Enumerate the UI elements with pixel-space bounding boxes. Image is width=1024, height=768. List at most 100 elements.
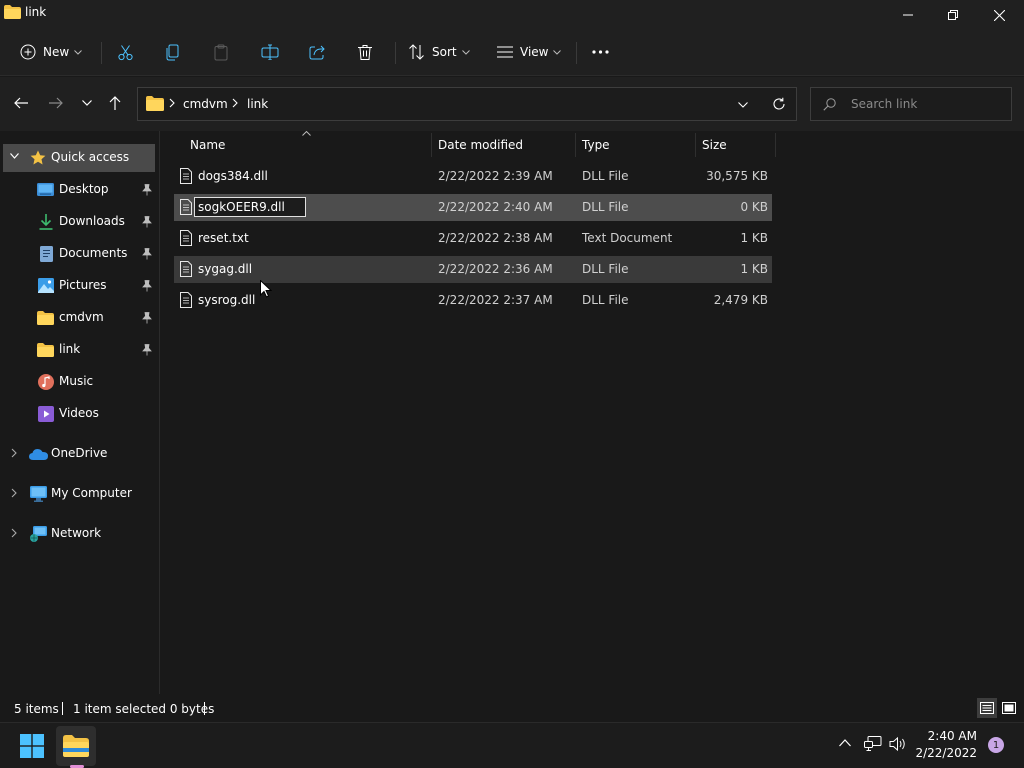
network-status-icon[interactable]	[864, 736, 882, 752]
file-name: sygag.dll	[198, 262, 253, 276]
file-explorer-icon	[63, 735, 89, 757]
sidebar-item-onedrive[interactable]: OneDrive	[3, 440, 155, 468]
pin-icon[interactable]	[142, 280, 152, 292]
copy-button[interactable]	[165, 38, 181, 66]
back-button[interactable]	[11, 93, 31, 113]
chevron-down-icon[interactable]	[10, 153, 19, 159]
recent-locations-button[interactable]	[77, 93, 97, 113]
chevron-right-icon[interactable]	[11, 528, 17, 538]
downloads-icon	[39, 214, 53, 230]
chevron-down-icon	[74, 49, 83, 55]
large-icons-view-button[interactable]	[999, 698, 1019, 718]
delete-button[interactable]	[357, 38, 373, 66]
selection-info: 1 item selected 0 bytes	[73, 702, 215, 716]
sort-label: Sort	[432, 45, 457, 59]
file-row-dogs384[interactable]: dogs384.dll 2/22/2022 2:39 AM DLL File 3…	[174, 163, 772, 190]
file-size: 30,575 KB	[706, 169, 768, 183]
sidebar-item-quick-access[interactable]: Quick access	[3, 144, 155, 172]
file-row-sygag[interactable]: sygag.dll 2/22/2022 2:36 AM DLL File 1 K…	[174, 256, 772, 283]
chevron-up-icon[interactable]	[839, 739, 851, 747]
pin-icon[interactable]	[142, 184, 152, 196]
chevron-right-icon[interactable]	[11, 488, 17, 498]
search-box[interactable]: Search link	[810, 87, 1012, 121]
clock-time[interactable]: 2:40 AM	[921, 729, 977, 743]
search-icon	[823, 98, 836, 111]
sidebar-item-label: Videos	[59, 406, 99, 420]
cut-button[interactable]	[117, 38, 134, 66]
restore-button[interactable]	[930, 0, 976, 30]
new-button[interactable]: New	[20, 38, 83, 66]
column-divider[interactable]	[575, 133, 576, 157]
restore-icon	[948, 10, 958, 20]
sidebar-item-cmdvm[interactable]: cmdvm	[3, 304, 155, 332]
pin-icon[interactable]	[142, 248, 152, 260]
share-button[interactable]	[309, 38, 326, 66]
sidebar-item-label: cmdvm	[59, 310, 104, 324]
sort-icon	[409, 44, 424, 60]
paste-button[interactable]	[213, 38, 229, 66]
desktop-icon	[37, 183, 54, 196]
forward-button[interactable]	[46, 93, 66, 113]
column-header-size[interactable]: Size	[702, 138, 727, 152]
taskbar: 2:40 AM 2/22/2022 1	[0, 722, 1024, 768]
sidebar-item-videos[interactable]: Videos	[3, 400, 155, 428]
column-divider[interactable]	[775, 133, 776, 157]
pin-icon[interactable]	[142, 344, 152, 356]
volume-icon[interactable]	[889, 736, 907, 752]
column-header-type[interactable]: Type	[582, 138, 610, 152]
file-date: 2/22/2022 2:39 AM	[438, 169, 553, 183]
videos-icon	[38, 406, 54, 422]
refresh-icon[interactable]	[772, 97, 786, 111]
rename-button[interactable]	[261, 38, 279, 66]
file-size: 0 KB	[740, 200, 768, 214]
chevron-right-icon	[169, 98, 175, 108]
file-name: reset.txt	[198, 231, 249, 245]
file-row-reset[interactable]: reset.txt 2/22/2022 2:38 AM Text Documen…	[174, 225, 772, 252]
minimize-button[interactable]	[885, 0, 931, 30]
details-view-icon	[980, 702, 994, 714]
details-view-button[interactable]	[977, 698, 997, 718]
breadcrumb-cmdvm[interactable]: cmdvm	[183, 97, 228, 111]
chevron-down-icon	[82, 100, 92, 106]
column-divider[interactable]	[431, 133, 432, 157]
breadcrumb-link[interactable]: link	[247, 97, 268, 111]
file-date: 2/22/2022 2:37 AM	[438, 293, 553, 307]
text-file-icon	[180, 230, 192, 246]
sidebar-item-my-computer[interactable]: My Computer	[3, 480, 155, 508]
chevron-down-icon[interactable]	[738, 102, 748, 108]
chevron-right-icon[interactable]	[11, 448, 17, 458]
sidebar-item-desktop[interactable]: Desktop	[3, 176, 155, 204]
sidebar-item-label: Pictures	[59, 278, 107, 292]
up-button[interactable]	[105, 93, 125, 113]
notification-badge[interactable]: 1	[988, 737, 1004, 753]
view-button[interactable]: View	[497, 38, 562, 66]
file-icon	[180, 168, 192, 184]
file-type: DLL File	[582, 169, 629, 183]
start-button[interactable]	[16, 732, 48, 760]
pin-icon[interactable]	[142, 216, 152, 228]
address-bar[interactable]: cmdvm link	[137, 87, 797, 121]
more-options-button[interactable]	[592, 38, 609, 66]
scissors-icon	[118, 44, 133, 60]
sidebar-item-link[interactable]: link	[3, 336, 155, 364]
file-row-sogkoeer9[interactable]: 2/22/2022 2:40 AM DLL File 0 KB	[174, 194, 772, 221]
close-button[interactable]	[976, 0, 1022, 30]
sidebar-item-pictures[interactable]: Pictures	[3, 272, 155, 300]
sort-button[interactable]: Sort	[408, 38, 470, 66]
pin-icon[interactable]	[142, 312, 152, 324]
sidebar-item-label: link	[59, 342, 81, 356]
clock-date[interactable]: 2/22/2022	[915, 746, 977, 760]
sidebar-item-network[interactable]: Network	[3, 520, 155, 548]
folder-icon	[146, 96, 164, 111]
rename-input[interactable]	[194, 197, 306, 217]
sidebar-item-documents[interactable]: Documents	[3, 240, 155, 268]
column-header-date[interactable]: Date modified	[438, 138, 523, 152]
column-divider[interactable]	[695, 133, 696, 157]
sidebar-item-music[interactable]: Music	[3, 368, 155, 396]
view-list-icon	[497, 46, 513, 58]
chevron-down-icon	[461, 49, 470, 55]
title-bar: link	[0, 0, 1024, 30]
taskbar-file-explorer[interactable]	[56, 726, 96, 766]
sidebar-item-downloads[interactable]: Downloads	[3, 208, 155, 236]
column-header-name[interactable]: Name	[190, 138, 225, 152]
